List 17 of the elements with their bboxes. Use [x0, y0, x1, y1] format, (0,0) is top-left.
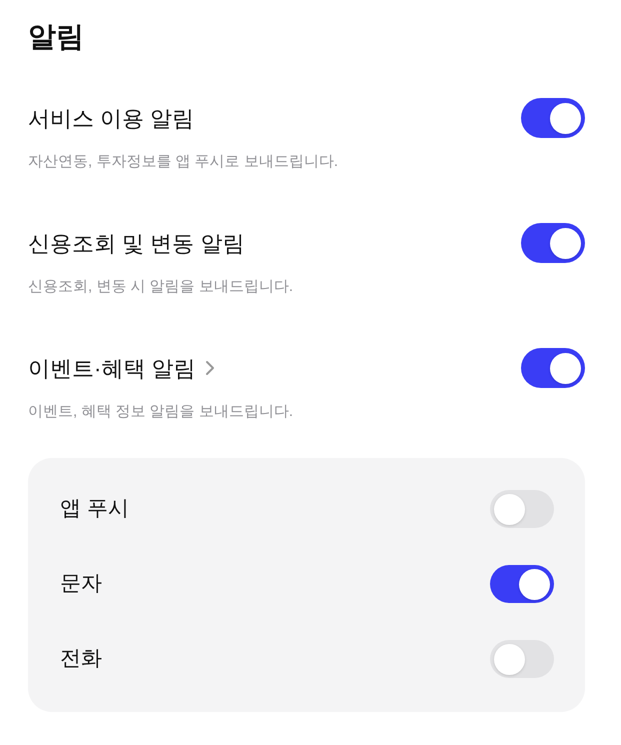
setting-description: 신용조회, 변동 시 알림을 보내드립니다.	[28, 277, 294, 297]
setting-label: 신용조회 및 변동 알림	[28, 230, 244, 258]
setting-label: 서비스 이용 알림	[28, 104, 194, 132]
channel-label: 전화	[60, 646, 102, 672]
toggle-switch[interactable]	[521, 98, 585, 138]
setting-description: 자산연동, 투자정보를 앱 푸시로 보내드립니다.	[28, 152, 340, 172]
toggle-switch[interactable]	[521, 223, 585, 263]
toggle-switch[interactable]	[521, 348, 585, 388]
page-title: 알림	[28, 20, 85, 54]
chevron-right-icon[interactable]	[205, 360, 216, 376]
toggle-switch[interactable]	[490, 565, 554, 603]
channel-label: 문자	[60, 571, 102, 598]
toggle-switch[interactable]	[490, 640, 554, 678]
toggle-switch[interactable]	[490, 490, 554, 528]
channel-label: 앱 푸시	[60, 496, 129, 522]
setting-description: 이벤트, 혜택 정보 알림을 보내드립니다.	[28, 402, 294, 422]
setting-label: 이벤트·혜택 알림	[28, 354, 196, 382]
